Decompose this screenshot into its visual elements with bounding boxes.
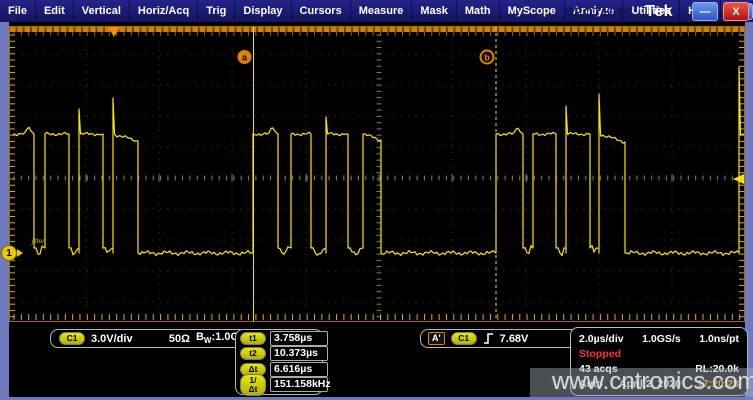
cursor-badge: t1 bbox=[240, 332, 266, 345]
cursor-badge: 1/Δt bbox=[240, 374, 266, 396]
menu-myscope[interactable]: MyScope bbox=[500, 0, 565, 22]
menu-edit[interactable]: Edit bbox=[36, 0, 74, 22]
trace-annotation: jitter bbox=[31, 238, 45, 245]
cursor-value: 6.616µs bbox=[270, 362, 328, 377]
channel-impedance: 50Ω bbox=[169, 333, 190, 345]
cursor-badge: t2 bbox=[240, 347, 266, 360]
menu-measure[interactable]: Measure bbox=[351, 0, 413, 22]
svg-text:b: b bbox=[484, 53, 490, 63]
menu-cursors[interactable]: Cursors bbox=[292, 0, 351, 22]
channel1-marker[interactable]: 1 bbox=[1, 245, 23, 261]
cursor-row: t2 10.373µs bbox=[240, 346, 328, 361]
trigger-readout-box[interactable]: A' C1 7.68V bbox=[420, 329, 586, 348]
channel-scale: 3.0V/div bbox=[91, 333, 133, 345]
cursor-value: 10.373µs bbox=[270, 346, 328, 361]
channel1-trace bbox=[13, 67, 744, 256]
menu-bar: FileEditVerticalHoriz/AcqTrigDisplayCurs… bbox=[0, 0, 753, 22]
oscilloscope-app: { "menu": { "items": ["File","Edit","Ver… bbox=[0, 0, 753, 400]
cursor-value: 151.158kHz bbox=[270, 377, 328, 392]
menu-horizacq[interactable]: Horiz/Acq bbox=[130, 0, 198, 22]
menu-mask[interactable]: Mask bbox=[412, 0, 457, 22]
channel1-badge: 1 bbox=[1, 245, 17, 261]
menu-math[interactable]: Math bbox=[457, 0, 500, 22]
trigger-position-icon bbox=[108, 27, 120, 37]
menu-display[interactable]: Display bbox=[235, 0, 291, 22]
timebase: 2.0µs/div bbox=[579, 332, 624, 347]
cursor-row: 1/Δt 151.158kHz bbox=[240, 377, 328, 393]
acq-status: Stopped bbox=[579, 347, 621, 362]
minimize-icon: — bbox=[700, 6, 711, 18]
watermark: www.cntronics.com bbox=[552, 368, 753, 396]
close-button[interactable]: X bbox=[723, 2, 749, 21]
trigger-level: 7.68V bbox=[500, 333, 529, 345]
cursor-value: 3.758µs bbox=[270, 331, 328, 346]
graticule: abjitter bbox=[10, 27, 744, 321]
channel1-arrow-icon bbox=[17, 249, 23, 257]
channel-bandwidth: BW:1.0G bbox=[196, 331, 239, 345]
menu-trig[interactable]: Trig bbox=[198, 0, 235, 22]
menu-vertical[interactable]: Vertical bbox=[74, 0, 130, 22]
resolution: 1.0ns/pt bbox=[699, 332, 739, 347]
sample-rate: 1.0GS/s bbox=[642, 332, 681, 347]
tek-logo: Tek bbox=[645, 3, 673, 21]
menu-file[interactable]: File bbox=[0, 0, 36, 22]
model-label: DPO7104C bbox=[565, 5, 634, 19]
waveform-display[interactable]: abjitter bbox=[9, 26, 745, 322]
channel-badge: C1 bbox=[59, 332, 85, 345]
trigger-source-badge: C1 bbox=[451, 332, 477, 345]
cursor-row: t1 3.758µs bbox=[240, 331, 328, 346]
minimize-button[interactable]: — bbox=[692, 2, 718, 21]
rising-edge-icon bbox=[483, 332, 494, 345]
channel-readout-box[interactable]: C1 3.0V/div 50Ω BW:1.0G bbox=[50, 329, 248, 348]
close-icon: X bbox=[732, 6, 739, 18]
trigger-a-badge: A' bbox=[428, 332, 445, 345]
cursor-readout-box[interactable]: t13.758µst210.373µsΔt6.616µs1/Δt151.158k… bbox=[235, 329, 323, 395]
